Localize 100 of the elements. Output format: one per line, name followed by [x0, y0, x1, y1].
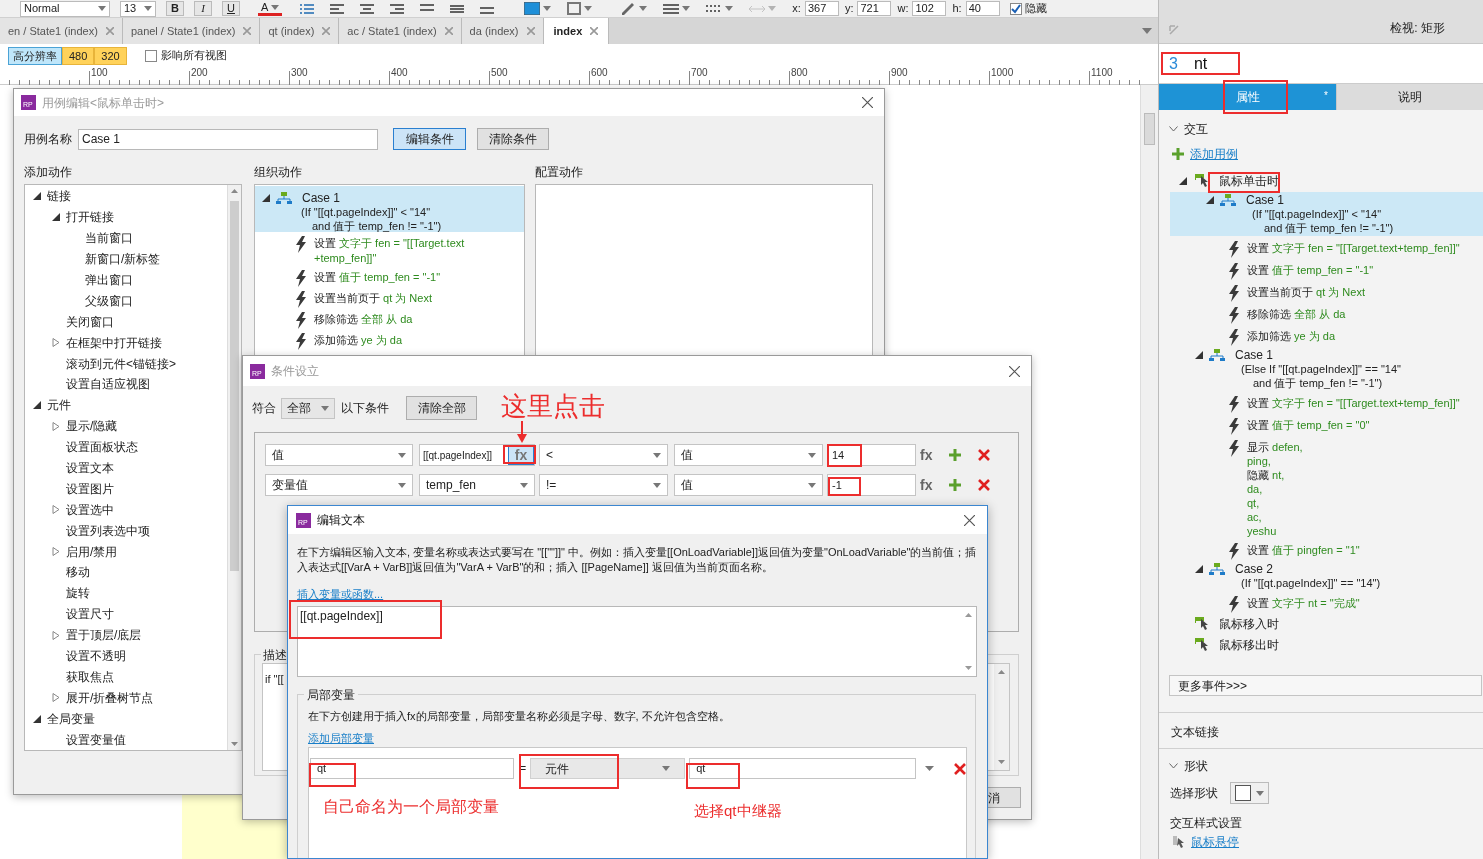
tree-item[interactable]: 设置文本	[66, 459, 114, 477]
scroll-up-icon[interactable]	[998, 670, 1005, 674]
checkbox[interactable]	[144, 49, 157, 62]
coordinate-field[interactable]: 102	[912, 1, 947, 16]
checkbox[interactable]	[1009, 2, 1022, 15]
case-item[interactable]: Case 1 (If "[[qt.pageIndex]]" < "14" and 值于 temp_fen != "-1")	[1170, 192, 1483, 236]
expanded-arrow-icon[interactable]	[1195, 565, 1203, 573]
scroll-down-icon[interactable]	[965, 666, 972, 670]
expanded-arrow-icon[interactable]	[1195, 351, 1203, 359]
case-item[interactable]: Case 2 (If "[[qt.pageIndex]]" == "14")	[1159, 561, 1483, 591]
panel-tab[interactable]: 说明	[1336, 84, 1483, 110]
close-icon[interactable]	[105, 27, 114, 35]
list-icon[interactable]	[300, 2, 315, 15]
dialog-button[interactable]: 编辑条件	[393, 128, 466, 150]
tree-item[interactable]: 当前窗口	[85, 229, 133, 248]
tree-item[interactable]: 设置尺寸	[66, 605, 114, 624]
delete-icon[interactable]	[954, 762, 966, 775]
chevron-icon[interactable]	[1169, 763, 1178, 769]
close-icon[interactable]	[444, 27, 453, 35]
dialog-button[interactable]: 清除条件	[477, 128, 549, 150]
caret-icon[interactable]	[1142, 28, 1152, 34]
fill-color-icon[interactable]	[524, 2, 541, 15]
scrollbar[interactable]	[994, 664, 1009, 770]
tree-item[interactable]: 设置面板状态	[66, 438, 138, 457]
tree-item[interactable]: 打开链接	[66, 208, 114, 227]
input-field[interactable]: -1	[827, 474, 916, 496]
view-button[interactable]: 480	[62, 46, 95, 65]
dropdown[interactable]: temp_fen	[419, 474, 535, 496]
document-tab[interactable]: ac / State1 (index)	[339, 18, 462, 44]
event-name[interactable]: 鼠标移出时	[1219, 635, 1279, 654]
collapsed-arrow-icon[interactable]	[52, 630, 60, 640]
more-events-button[interactable]: 更多事件>>>	[1169, 675, 1482, 696]
tree-item[interactable]: 设置图片	[66, 479, 114, 498]
scroll-down-icon[interactable]	[998, 760, 1005, 764]
text-area[interactable]: [[qt.pageIndex]]	[297, 606, 977, 677]
dropdown[interactable]: 13	[120, 0, 156, 17]
dialog-button[interactable]: 清除全部	[406, 396, 477, 420]
coordinate-field[interactable]: 40	[965, 1, 1000, 16]
tree-item[interactable]: 置于顶层/底层	[66, 626, 142, 645]
add-case-link[interactable]: 添加用例	[1190, 145, 1238, 163]
case-item[interactable]: Case 1 (If "[[qt.pageIndex]]" < "14" and 值于 temp_fen != "-1")	[255, 186, 524, 232]
delete-icon[interactable]	[978, 479, 991, 491]
coordinate-field[interactable]: 367	[804, 1, 839, 16]
tree-item[interactable]: 设置选中	[66, 500, 114, 519]
dropdown[interactable]: Normal	[20, 0, 110, 17]
format-button[interactable]: U	[222, 1, 240, 16]
close-icon[interactable]	[243, 27, 252, 35]
align-icon[interactable]	[390, 2, 405, 15]
dropdown[interactable]: 元件	[530, 758, 686, 779]
document-tab[interactable]: en / State1 (index)	[0, 18, 123, 44]
expanded-arrow-icon[interactable]	[52, 213, 60, 222]
tree-item[interactable]: 关闭窗口	[66, 312, 114, 331]
input-field[interactable]: Case 1	[78, 128, 378, 150]
expanded-arrow-icon[interactable]	[1179, 176, 1187, 185]
line-style-icon[interactable]	[706, 2, 723, 15]
format-button[interactable]: I	[194, 1, 212, 16]
fx-button[interactable]: fx	[920, 474, 933, 496]
dropdown[interactable]: 值	[265, 444, 413, 466]
align-icon[interactable]	[360, 2, 375, 15]
collapsed-arrow-icon[interactable]	[52, 421, 60, 431]
close-button[interactable]	[859, 94, 875, 111]
close-icon[interactable]	[526, 27, 535, 35]
tree-item[interactable]: 弹出窗口	[85, 271, 133, 289]
scroll-thumb[interactable]	[1144, 113, 1155, 145]
expanded-arrow-icon[interactable]	[33, 714, 41, 723]
close-icon[interactable]	[322, 27, 331, 35]
add-variable-link[interactable]: 添加局部变量	[308, 732, 374, 744]
tree-item[interactable]: 在框架中打开链接	[66, 333, 162, 352]
tree-item[interactable]: 滚动到元件<锚链接>	[66, 354, 176, 373]
tree-item[interactable]: 设置变量值	[66, 730, 126, 749]
chevron-icon[interactable]	[1169, 126, 1178, 132]
dropdown[interactable]: 全部	[281, 397, 335, 419]
expanded-arrow-icon[interactable]	[33, 401, 41, 410]
scroll-thumb[interactable]	[230, 201, 239, 571]
collapsed-arrow-icon[interactable]	[52, 338, 60, 348]
document-tab[interactable]: index	[543, 18, 610, 44]
collapsed-arrow-icon[interactable]	[52, 505, 60, 515]
event-name[interactable]: 鼠标单击时	[1219, 171, 1279, 190]
insert-link[interactable]: 插入变量或函数...	[297, 588, 384, 600]
scroll-up-icon[interactable]	[965, 613, 972, 617]
dropdown[interactable]: !=	[539, 474, 668, 496]
scroll-down-icon[interactable]	[231, 742, 238, 746]
event-name[interactable]: 鼠标移入时	[1219, 614, 1279, 633]
name-field[interactable]: 3 nt	[1159, 44, 1483, 83]
plus-icon[interactable]	[949, 479, 962, 491]
tree-item[interactable]: 启用/禁用	[66, 542, 118, 561]
case-item[interactable]: Case 1 (Else If "[[qt.pageIndex]]" == "14" and 值于 temp_fen != "-1")	[1159, 347, 1483, 391]
tree-item[interactable]: 获取焦点	[66, 667, 114, 686]
align-icon[interactable]	[450, 2, 465, 15]
tree-item[interactable]: 移动	[66, 563, 90, 582]
scroll-up-icon[interactable]	[231, 189, 238, 193]
view-button[interactable]: 320	[94, 46, 127, 65]
scrollbar[interactable]	[1140, 85, 1158, 859]
document-tab[interactable]: da (index)	[461, 18, 544, 44]
tree-item[interactable]: 设置不透明	[66, 647, 126, 666]
scrollbar[interactable]	[227, 185, 241, 750]
input-field[interactable]: qt	[689, 758, 916, 779]
document-tab[interactable]: panel / State1 (index)	[122, 18, 261, 44]
input-field[interactable]: qt	[310, 758, 514, 779]
dropdown[interactable]: 值	[674, 474, 823, 496]
